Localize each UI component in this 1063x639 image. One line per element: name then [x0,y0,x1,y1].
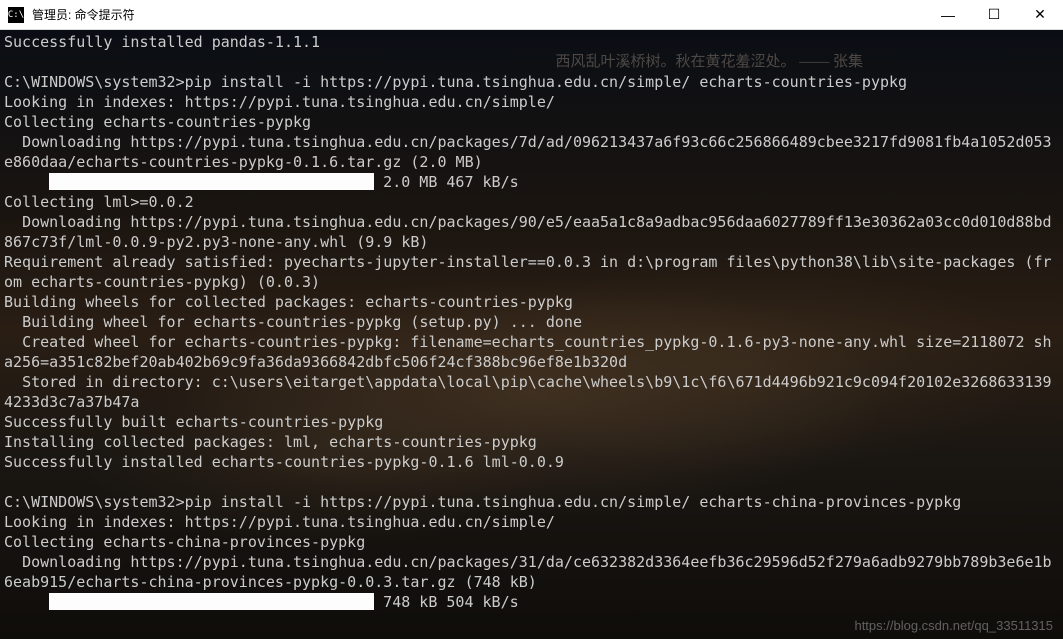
terminal-line [4,52,1059,72]
terminal-line: Looking in indexes: https://pypi.tuna.ts… [4,512,1059,532]
close-button[interactable]: ✕ [1017,0,1063,29]
progress-bar [49,593,374,610]
terminal-line: Successfully installed pandas-1.1.1 [4,32,1059,52]
terminal-line: Building wheel for echarts-countries-pyp… [4,312,1059,332]
terminal-line: C:\WINDOWS\system32>pip install -i https… [4,492,1059,512]
terminal-line: Looking in indexes: https://pypi.tuna.ts… [4,92,1059,112]
progress-text: 748 kB 504 kB/s [374,593,519,611]
window-title: 管理员: 命令提示符 [32,6,925,23]
terminal-line: Successfully installed echarts-countries… [4,452,1059,472]
minimize-button[interactable]: — [925,0,971,29]
terminal-line: Collecting echarts-china-provinces-pypkg [4,532,1059,552]
terminal-line [4,472,1059,492]
terminal-line: Created wheel for echarts-countries-pypk… [4,332,1059,372]
terminal-line: Building wheels for collected packages: … [4,292,1059,312]
terminal-line: Successfully built echarts-countries-pyp… [4,412,1059,432]
window-controls: — ☐ ✕ [925,0,1063,29]
terminal-line: Collecting lml>=0.0.2 [4,192,1059,212]
terminal-area[interactable]: 西风乱叶溪桥树。秋在黄花羞涩处。 —— 张集 Successfully inst… [0,30,1063,639]
terminal-line: Downloading https://pypi.tuna.tsinghua.e… [4,552,1059,592]
terminal-line: Downloading https://pypi.tuna.tsinghua.e… [4,132,1059,172]
cmd-icon: C:\ [8,7,24,23]
maximize-button[interactable]: ☐ [971,0,1017,29]
watermark-text: https://blog.csdn.net/qq_33511315 [854,618,1053,633]
terminal-line: 748 kB 504 kB/s [4,592,1059,612]
terminal-line: Collecting echarts-countries-pypkg [4,112,1059,132]
terminal-line: C:\WINDOWS\system32>pip install -i https… [4,72,1059,92]
terminal-line: 2.0 MB 467 kB/s [4,172,1059,192]
progress-text: 2.0 MB 467 kB/s [374,173,519,191]
terminal-line: Requirement already satisfied: pyecharts… [4,252,1059,292]
terminal-line: Installing collected packages: lml, echa… [4,432,1059,452]
terminal-line: Stored in directory: c:\users\eitarget\a… [4,372,1059,412]
window-titlebar: C:\ 管理员: 命令提示符 — ☐ ✕ [0,0,1063,30]
terminal-output: Successfully installed pandas-1.1.1 C:\WI… [0,30,1063,614]
terminal-line: Downloading https://pypi.tuna.tsinghua.e… [4,212,1059,252]
progress-bar [49,173,374,190]
